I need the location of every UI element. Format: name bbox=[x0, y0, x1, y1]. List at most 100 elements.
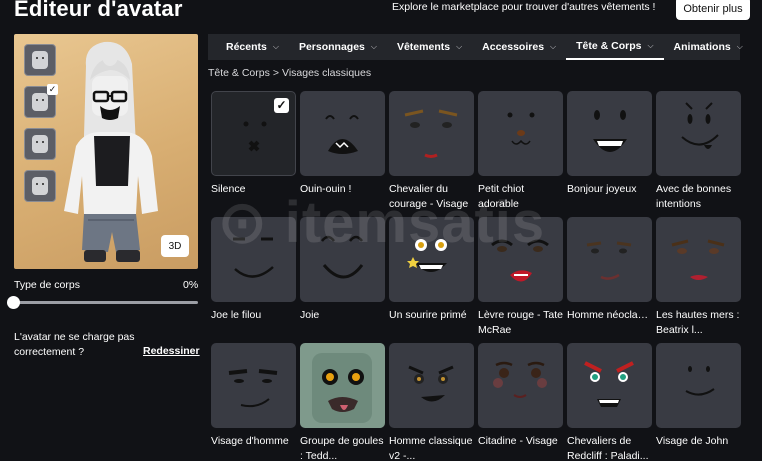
item-thumbnail[interactable] bbox=[389, 217, 474, 302]
face-award-smile-icon bbox=[407, 239, 447, 272]
tab-vetements[interactable]: Vêtements ⌵ bbox=[387, 34, 472, 60]
face-item-groupe-goules[interactable]: Groupe de goules : Tedd... bbox=[300, 343, 385, 461]
item-name: Un sourire primé bbox=[389, 309, 467, 321]
item-name: Citadine - Visage bbox=[478, 435, 558, 447]
face-item-silence[interactable]: ✓ Silence bbox=[211, 91, 296, 197]
item-thumbnail[interactable] bbox=[300, 91, 385, 176]
body-type-value: 0% bbox=[183, 279, 199, 291]
item-name: Ouin-ouin ! bbox=[300, 183, 352, 195]
tab-tete-corps[interactable]: Tête & Corps ⌵ bbox=[566, 34, 664, 60]
recent-item-3[interactable] bbox=[24, 128, 56, 160]
face-neoclassic-man-icon bbox=[586, 241, 632, 280]
face-man-icon bbox=[228, 369, 278, 408]
item-name: Groupe de goules : Tedd... bbox=[300, 435, 384, 461]
item-thumbnail[interactable] bbox=[389, 343, 474, 428]
tab-personnages[interactable]: Personnages ⌵ bbox=[289, 34, 387, 60]
item-name: Petit chiot adorable bbox=[478, 183, 525, 210]
item-name: Joe le filou bbox=[211, 309, 262, 321]
face-redcliff-knight-icon bbox=[584, 361, 634, 407]
face-item-chevaliers-redcliff[interactable]: Chevaliers de Redcliff : Paladi... bbox=[567, 343, 652, 461]
item-thumbnail[interactable] bbox=[300, 343, 385, 428]
face-john-icon bbox=[685, 366, 715, 396]
tab-animations[interactable]: Animations ⌵ bbox=[664, 34, 753, 60]
face-crying-icon bbox=[325, 115, 359, 154]
face-item-homme-neoclassique[interactable]: Homme néoclassique v... bbox=[567, 217, 653, 323]
tab-label: Accessoires bbox=[482, 41, 545, 53]
tab-label: Personnages bbox=[298, 41, 365, 53]
face-item-visage-john[interactable]: Visage de John bbox=[656, 343, 741, 449]
tab-label: Vêtements bbox=[396, 41, 451, 53]
body-type-slider[interactable] bbox=[14, 301, 198, 304]
item-name: Chevalier du courage - Visage bbox=[389, 183, 469, 210]
tab-label: Récents bbox=[226, 41, 267, 53]
face-item-sourire-prime[interactable]: Un sourire primé bbox=[389, 217, 474, 323]
face-ghoul-icon bbox=[312, 353, 372, 423]
item-thumbnail[interactable] bbox=[567, 343, 652, 428]
face-knight-icon bbox=[404, 109, 458, 158]
item-thumbnail[interactable] bbox=[389, 91, 474, 176]
face-joy-icon bbox=[321, 235, 364, 279]
item-thumbnail[interactable] bbox=[656, 91, 741, 176]
breadcrumb-current: Visages classiques bbox=[282, 67, 372, 79]
head-icon bbox=[32, 93, 48, 111]
tab-accessoires[interactable]: Accessoires ⌵ bbox=[472, 34, 566, 60]
obtain-more-button[interactable]: Obtenir plus bbox=[676, 0, 750, 20]
face-item-levre-rouge[interactable]: Lèvre rouge - Tate McRae bbox=[478, 217, 563, 338]
face-item-homme-classique-v2[interactable]: Homme classique v2 -... bbox=[389, 343, 474, 461]
item-name: Lèvre rouge - Tate McRae bbox=[478, 309, 564, 336]
face-item-petit-chiot[interactable]: Petit chiot adorable bbox=[478, 91, 563, 212]
item-name: Chevaliers de Redcliff : Paladi... bbox=[567, 435, 649, 461]
marketplace-promo-text: Explore le marketplace pour trouver d'au… bbox=[392, 1, 656, 13]
item-thumbnail[interactable] bbox=[211, 343, 296, 428]
item-name: Visage d'homme bbox=[211, 435, 289, 447]
face-item-ouin-ouin[interactable]: Ouin-ouin ! bbox=[300, 91, 385, 197]
item-thumbnail[interactable] bbox=[478, 217, 563, 302]
face-item-joe-le-filou[interactable]: Joe le filou bbox=[211, 217, 296, 323]
item-thumbnail[interactable] bbox=[656, 217, 741, 302]
face-item-chevalier-courage[interactable]: Chevalier du courage - Visage bbox=[389, 91, 474, 212]
face-happy-icon bbox=[593, 110, 627, 152]
face-item-visage-homme[interactable]: Visage d'homme bbox=[211, 343, 296, 449]
body-type-slider-thumb[interactable] bbox=[7, 296, 20, 309]
face-item-citadine[interactable]: Citadine - Visage bbox=[478, 343, 563, 449]
breadcrumb-parent[interactable]: Tête & Corps bbox=[208, 67, 270, 79]
chevron-down-icon: ⌵ bbox=[736, 42, 743, 51]
face-item-bonjour-joyeux[interactable]: Bonjour joyeux bbox=[567, 91, 652, 197]
recent-item-4[interactable] bbox=[24, 170, 56, 202]
item-thumbnail[interactable] bbox=[656, 343, 741, 428]
face-item-bonnes-intentions[interactable]: Avec de bonnes intentions bbox=[656, 91, 741, 212]
tab-recents[interactable]: Récents ⌵ bbox=[208, 34, 289, 60]
face-puppy-icon bbox=[507, 112, 535, 145]
tab-label: Tête & Corps bbox=[576, 40, 642, 52]
check-icon: ✓ bbox=[274, 98, 289, 113]
page-title: Éditeur d'avatar bbox=[14, 0, 183, 21]
chevron-down-icon: ⌵ bbox=[550, 42, 557, 51]
face-smirk-icon bbox=[233, 237, 274, 278]
item-name: Homme classique v2 -... bbox=[389, 435, 473, 461]
item-thumbnail[interactable] bbox=[478, 343, 563, 428]
item-thumbnail[interactable] bbox=[567, 91, 652, 176]
item-name: Homme néoclassique v... bbox=[567, 309, 653, 321]
item-thumbnail[interactable]: ✓ bbox=[211, 91, 296, 176]
recent-item-1[interactable] bbox=[24, 44, 56, 76]
head-icon bbox=[32, 177, 48, 195]
redraw-link[interactable]: Redessiner bbox=[143, 345, 200, 357]
avatar-figure bbox=[64, 41, 158, 262]
breadcrumb-separator: > bbox=[272, 67, 279, 79]
recent-item-2[interactable]: ✓ bbox=[24, 84, 58, 118]
avatar-preview[interactable]: ✓ 3D bbox=[14, 34, 198, 269]
chevron-down-icon: ⌵ bbox=[370, 42, 377, 51]
item-thumbnail[interactable] bbox=[567, 217, 652, 302]
face-beatrix-icon bbox=[671, 239, 725, 280]
load-problem-message: L'avatar ne se charge pas correctement ? bbox=[14, 331, 135, 358]
face-city-girl-icon bbox=[493, 361, 547, 398]
item-thumbnail[interactable] bbox=[211, 217, 296, 302]
face-item-hautes-mers-beatrix[interactable]: Les hautes mers : Beatrix l... bbox=[656, 217, 741, 338]
tab-label: Animations bbox=[673, 41, 731, 53]
3d-toggle-button[interactable]: 3D bbox=[161, 235, 189, 257]
face-item-joie[interactable]: Joie bbox=[300, 217, 385, 323]
item-thumbnail[interactable] bbox=[300, 217, 385, 302]
item-name: Bonjour joyeux bbox=[567, 183, 637, 195]
item-thumbnail[interactable] bbox=[478, 91, 563, 176]
head-icon bbox=[32, 135, 48, 153]
